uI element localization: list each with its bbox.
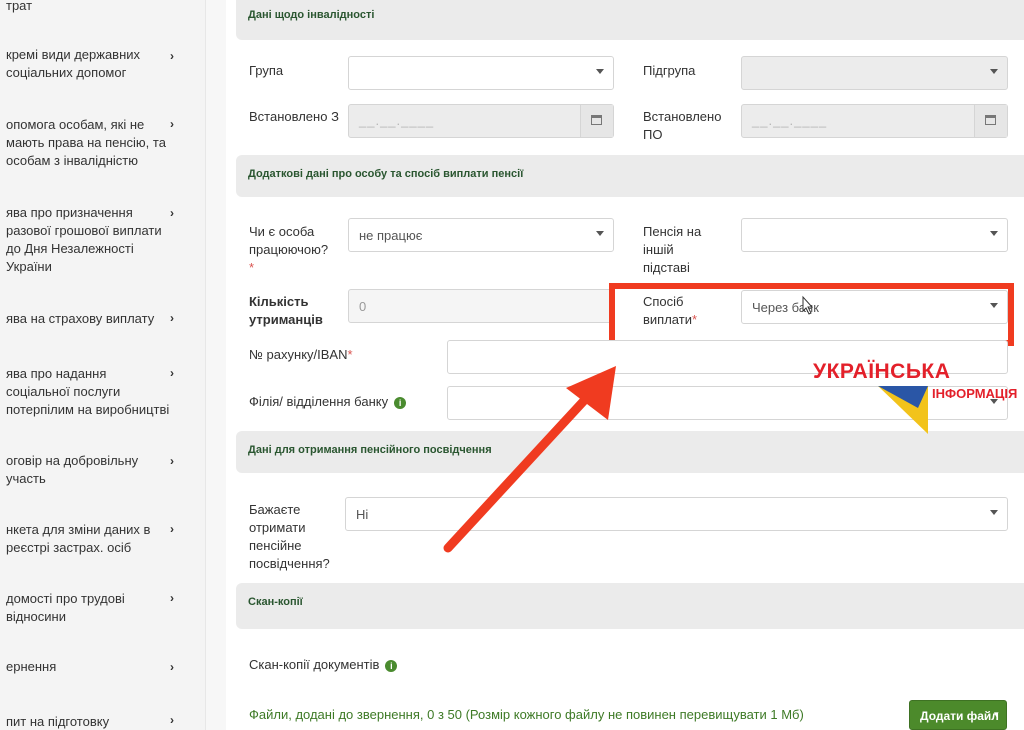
logo-shape	[878, 386, 928, 434]
watermark-logo: УКРАЇНСЬКА ІНФОРМАЦІЯ	[810, 360, 1020, 440]
logo-line1: УКРАЇНСЬКА	[813, 360, 951, 383]
logo-line2: ІНФОРМАЦІЯ	[932, 386, 1018, 401]
hand-cursor-icon	[802, 295, 814, 315]
